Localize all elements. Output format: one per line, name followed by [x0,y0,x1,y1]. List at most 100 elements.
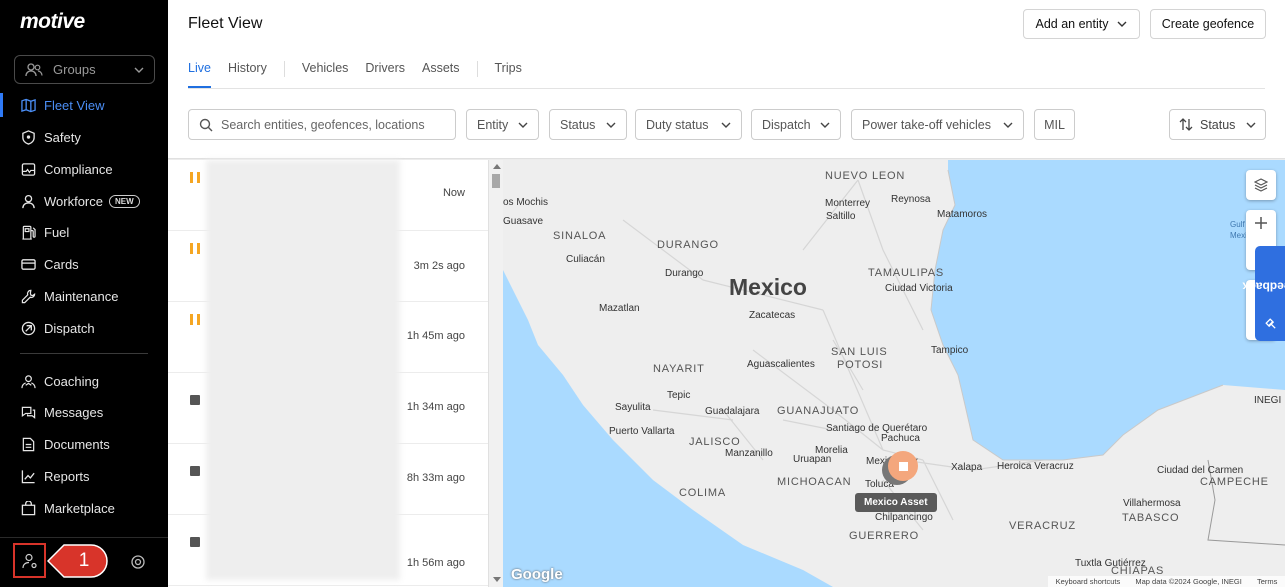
keyboard-shortcuts-link[interactable]: Keyboard shortcuts [1056,577,1121,586]
mil-filter[interactable]: MIL [1034,109,1075,140]
fuel-icon [22,225,36,240]
map-label-city: Chilpancingo [875,512,933,523]
map-view[interactable]: Gulf of Mexi Mexico NUEVO LEON SINALOA D… [503,160,1285,587]
tab-drivers[interactable]: Drivers [365,61,405,87]
paused-status-icon [190,172,200,183]
map-label-state: COLIMA [679,487,726,499]
sidebar-item-dispatch[interactable]: Dispatch [0,313,168,343]
sidebar-item-documents[interactable]: Documents [0,429,168,459]
sidebar-item-messages[interactable]: Messages [0,397,168,427]
create-geofence-button[interactable]: Create geofence [1150,9,1266,39]
search-icon [199,118,213,131]
tab-live[interactable]: Live [188,61,211,88]
sidebar-item-cards[interactable]: Cards [0,249,168,279]
map-label-state: GUANAJUATO [777,405,860,417]
map-label-state: CAMPECHE [1200,476,1269,488]
sidebar-item-label: Documents [44,436,110,452]
sidebar-item-reports[interactable]: Reports [0,461,168,491]
duty-status-filter[interactable]: Duty status [635,109,742,140]
scroll-down-arrow[interactable] [493,577,501,582]
sidebar-item-label: Reports [44,468,90,484]
search-box[interactable] [188,109,456,140]
sidebar-item-coaching[interactable]: Coaching [0,366,168,396]
google-logo: Google [511,566,563,583]
chevron-down-icon [721,122,731,128]
map-label-city: Sayulita [615,402,651,413]
support-icon[interactable] [131,555,145,569]
reports-icon [21,469,35,483]
status-filter[interactable]: Status [549,109,627,140]
feedback-tab[interactable]: Feedback [1242,246,1285,341]
pto-filter-label: Power take-off vehicles [862,117,991,132]
last-update-time: 8h 33m ago [406,472,465,484]
chevron-down-icon [1117,21,1127,27]
sidebar-item-label: Marketplace [44,500,115,516]
map-label-city: Culiacán [566,254,605,265]
map-label-city: Villahermosa [1123,498,1181,509]
sidebar-item-fleet-view[interactable]: Fleet View [0,90,168,120]
map-label-city: Pachuca [881,433,920,444]
map-label-city: Reynosa [891,194,931,205]
map-label-city: Morelia [815,445,848,456]
coaching-icon [21,374,36,388]
shield-icon [22,129,35,145]
sidebar-item-safety[interactable]: Safety [0,122,168,152]
sidebar-item-label: Fleet View [44,97,105,113]
entity-filter[interactable]: Entity [466,109,539,140]
chevron-down-icon [134,67,144,73]
sidebar-item-label: Coaching [44,373,99,389]
groups-icon [25,62,43,76]
pto-filter[interactable]: Power take-off vehicles [851,109,1024,140]
scroll-up-arrow[interactable] [493,164,501,169]
motive-logo[interactable]: motive [20,10,85,34]
tab-history[interactable]: History [228,61,267,87]
map-label-city: Toluca [865,479,894,490]
tab-vehicles[interactable]: Vehicles [302,61,349,87]
map-label-city: Tampico [931,345,969,356]
list-scrollbar[interactable] [488,160,503,587]
map-label-city: Xalapa [951,462,983,473]
map-label-city: Saltillo [826,211,856,222]
feedback-icon [1264,317,1275,329]
map-label-state: POTOSI [837,359,884,371]
asset-marker[interactable] [888,451,918,481]
user-settings-icon [21,553,37,568]
dispatch-filter-label: Dispatch [762,117,811,132]
groups-dropdown[interactable]: Groups [14,55,155,84]
add-entity-button[interactable]: Add an entity [1023,9,1140,39]
stopped-status-icon [190,537,200,547]
status-filter-label: Status [560,117,596,132]
map-layers-button[interactable] [1246,170,1276,200]
tab-assets[interactable]: Assets [422,61,460,87]
sidebar: motive Groups Fleet View Safety Complian… [0,0,168,587]
terms-link[interactable]: Terms [1257,577,1277,586]
marketplace-icon [21,500,36,515]
search-input[interactable] [221,117,441,132]
sort-dropdown[interactable]: Status [1169,109,1266,140]
header-divider [188,88,1265,89]
map-data-credit: Map data ©2024 Google, INEGI [1135,577,1242,586]
map-label-state: NAYARIT [653,363,705,375]
sidebar-item-maintenance[interactable]: Maintenance [0,281,168,311]
stopped-status-icon [190,466,200,476]
map-label-city: Ciudad Victoria [885,283,953,294]
user-settings-button[interactable] [13,543,46,578]
dispatch-filter[interactable]: Dispatch [751,109,841,140]
map-label-city: Heroica Veracruz [997,461,1074,472]
tab-trips[interactable]: Trips [495,61,522,87]
map-label-city: Guadalajara [705,406,760,417]
map-label-state: TABASCO [1122,512,1180,524]
view-tabs: Live History Vehicles Drivers Assets Tri… [188,61,539,88]
paused-status-icon [190,243,200,254]
sidebar-item-workforce[interactable]: Workforce NEW [0,186,168,216]
sidebar-item-marketplace[interactable]: Marketplace [0,493,168,523]
sidebar-item-fuel[interactable]: Fuel [0,217,168,247]
map-label-state: TAMAULIPAS [868,267,945,279]
map-label-gulf: Mexi [1230,231,1247,240]
map-label-state: SAN LUIS [831,346,888,358]
sidebar-item-label: Safety [44,129,81,145]
compliance-icon [21,162,36,176]
entity-filter-label: Entity [477,117,509,132]
sidebar-item-compliance[interactable]: Compliance [0,154,168,184]
scroll-thumb[interactable] [492,174,500,188]
